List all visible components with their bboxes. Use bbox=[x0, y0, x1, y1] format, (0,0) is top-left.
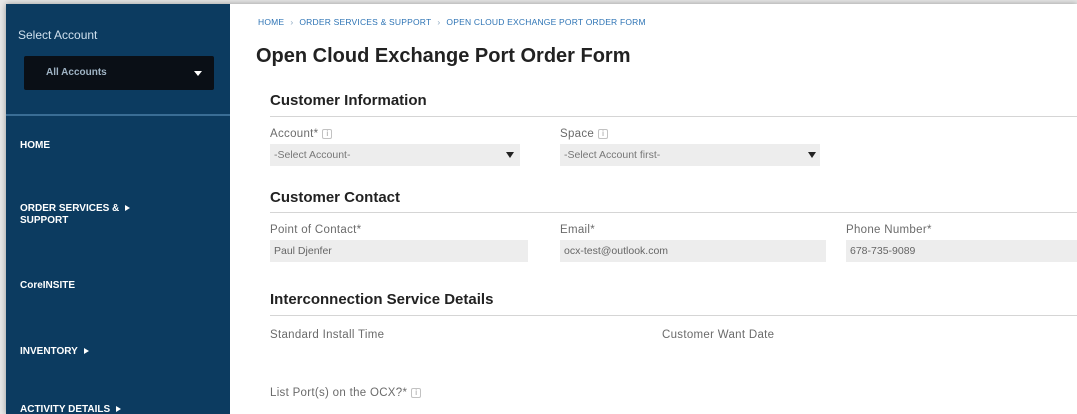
account-select[interactable]: -Select Account- bbox=[270, 144, 520, 166]
space-label-text: Space bbox=[560, 128, 595, 140]
info-icon[interactable]: i bbox=[411, 387, 422, 398]
caret-right-icon bbox=[125, 205, 131, 212]
account-field-label: Account* i bbox=[270, 128, 333, 140]
section-divider bbox=[270, 212, 1077, 213]
sidebar-item-home[interactable]: HOME bbox=[20, 140, 50, 152]
space-field-label: Space i bbox=[560, 128, 609, 140]
sidebar-item-coreinsite[interactable]: CoreINSITE bbox=[20, 280, 75, 292]
account-dropdown[interactable]: All Accounts bbox=[24, 56, 214, 90]
sidebar-item-order-services[interactable]: ORDER SERVICES & SUPPORT bbox=[20, 203, 131, 227]
sidebar: Select Account All Accounts HOME ORDER S… bbox=[6, 4, 230, 414]
breadcrumb: HOME › ORDER SERVICES & SUPPORT › OPEN CLOUD… bbox=[258, 17, 646, 27]
section-customer-contact: Customer Contact bbox=[270, 189, 401, 206]
list-ports-field-label: List Port(s) on the OCX?* i bbox=[270, 387, 422, 399]
sidebar-divider bbox=[6, 114, 230, 116]
sidebar-item-label: ORDER SERVICES & bbox=[20, 203, 120, 214]
section-interconnection-details: Interconnection Service Details bbox=[270, 291, 494, 308]
email-field-label: Email* bbox=[560, 224, 596, 236]
info-icon[interactable]: i bbox=[598, 128, 609, 139]
breadcrumb-home[interactable]: HOME bbox=[258, 17, 284, 27]
sidebar-item-label-line2: SUPPORT bbox=[20, 215, 69, 226]
standard-install-label: Standard Install Time bbox=[270, 329, 385, 341]
phone-input[interactable] bbox=[846, 240, 1077, 262]
poc-input[interactable] bbox=[270, 240, 528, 262]
sidebar-item-label: ACTIVITY DETAILS bbox=[20, 404, 111, 414]
sidebar-item-label: INVENTORY bbox=[20, 346, 78, 357]
info-icon[interactable]: i bbox=[322, 128, 333, 139]
breadcrumb-separator: › bbox=[437, 17, 441, 27]
chevron-down-icon bbox=[506, 152, 514, 158]
chevron-down-icon bbox=[194, 71, 202, 76]
main-content: HOME › ORDER SERVICES & SUPPORT › OPEN CLOUD… bbox=[230, 4, 1077, 414]
account-select-value: -Select Account- bbox=[274, 149, 351, 161]
chevron-down-icon bbox=[808, 152, 816, 158]
select-account-label: Select Account bbox=[18, 28, 98, 42]
sidebar-item-activity-details[interactable]: ACTIVITY DETAILS bbox=[20, 404, 122, 414]
breadcrumb-order-services[interactable]: ORDER SERVICES & SUPPORT bbox=[299, 17, 431, 27]
sidebar-item-inventory[interactable]: INVENTORY bbox=[20, 346, 89, 358]
space-select[interactable]: -Select Account first- bbox=[560, 144, 820, 166]
breadcrumb-separator: › bbox=[290, 17, 294, 27]
sidebar-item-label: HOME bbox=[20, 140, 50, 151]
customer-want-date-label: Customer Want Date bbox=[662, 329, 775, 341]
space-select-value: -Select Account first- bbox=[564, 149, 661, 161]
email-input[interactable] bbox=[560, 240, 826, 262]
app-window: Select Account All Accounts HOME ORDER S… bbox=[6, 4, 1077, 414]
section-divider bbox=[270, 315, 1077, 316]
caret-right-icon bbox=[83, 348, 89, 355]
section-divider bbox=[270, 116, 1077, 117]
breadcrumb-current: OPEN CLOUD EXCHANGE PORT ORDER FORM bbox=[446, 17, 646, 27]
sidebar-item-label: CoreINSITE bbox=[20, 280, 76, 291]
account-label-text: Account* bbox=[270, 128, 319, 140]
page-title: Open Cloud Exchange Port Order Form bbox=[256, 45, 631, 67]
phone-field-label: Phone Number* bbox=[846, 224, 932, 236]
account-dropdown-value: All Accounts bbox=[46, 67, 107, 78]
caret-right-icon bbox=[116, 406, 122, 413]
list-ports-label-text: List Port(s) on the OCX?* bbox=[270, 387, 408, 399]
section-customer-information: Customer Information bbox=[270, 92, 427, 109]
poc-field-label: Point of Contact* bbox=[270, 224, 362, 236]
